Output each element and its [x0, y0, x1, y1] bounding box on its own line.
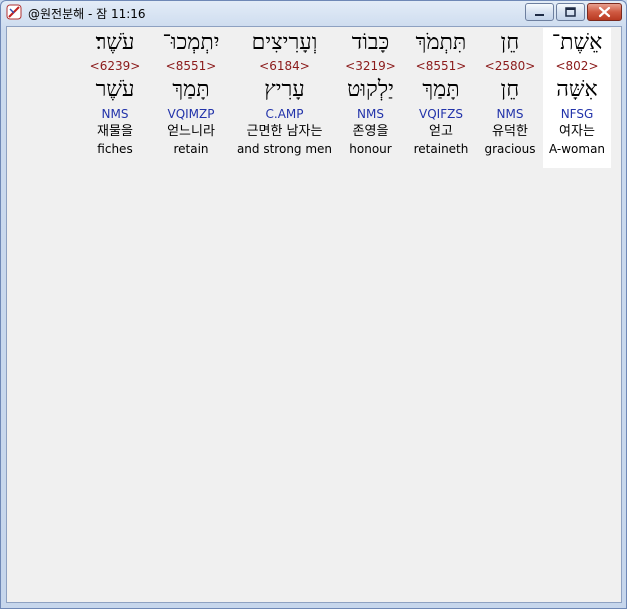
korean-gloss: 존영을 — [352, 124, 389, 139]
minimize-button[interactable] — [525, 3, 554, 21]
word-column[interactable]: וְעָרִיצִים <6184> עָרִיץ C.AMP 근면한 남자는 … — [233, 28, 336, 168]
english-gloss: retain — [173, 142, 209, 156]
close-icon — [598, 6, 611, 18]
title-bar[interactable]: @원전분해 - 잠 11:16 — [1, 1, 626, 24]
parsing-code: NMS — [101, 107, 129, 121]
maximize-icon — [565, 7, 576, 17]
english-gloss: honour — [349, 142, 392, 156]
english-gloss: and strong men — [236, 142, 333, 156]
strongs-number: <8551> — [165, 59, 217, 73]
korean-gloss: 얻고 — [429, 124, 453, 139]
close-button[interactable] — [587, 3, 622, 21]
parsing-code: VQIMZP — [167, 107, 215, 121]
hebrew-word: עֹשֶׁר׃ — [95, 30, 135, 55]
interlinear-pane[interactable]: אֵשֶׁת־ <802> אִשָּׁה NFSG 여자는 A-woman ח… — [6, 26, 622, 603]
strongs-number: <802> — [555, 59, 599, 73]
english-gloss: retaineth — [413, 142, 469, 156]
minimize-icon — [535, 14, 544, 16]
strongs-number: <6184> — [259, 59, 310, 73]
parsing-code: NMS — [357, 107, 384, 121]
hebrew-word: תִּתְמֹךְ — [415, 30, 467, 55]
strongs-number: <6239> — [89, 59, 141, 73]
hebrew-word: כָּבוֹד — [351, 30, 390, 55]
hebrew-word: אֵשֶׁת־ — [551, 30, 603, 55]
parsing-code: VQIFZS — [419, 107, 463, 121]
lemma: עֹשֶׁר — [95, 77, 135, 102]
hebrew-word: יִתְמְכוּ־ — [162, 30, 220, 55]
lemma: עָרִיץ — [264, 77, 305, 102]
word-column[interactable]: תִּתְמֹךְ <8551> תָּמַךְ VQIFZS 얻고 retai… — [405, 28, 477, 168]
word-column[interactable]: חֵן <2580> חֵן NMS 유덕한 gracious — [477, 28, 543, 168]
hebrew-word: חֵן — [500, 30, 520, 55]
lemma: יַלְקוּט — [347, 77, 394, 102]
lemma: אִשָּׁה — [556, 77, 598, 102]
strongs-number: <3219> — [345, 59, 396, 73]
korean-gloss: 유덕한 — [492, 124, 528, 139]
word-column[interactable]: יִתְמְכוּ־ <8551> תָּמַךְ VQIMZP 얻느니라 re… — [149, 28, 233, 168]
english-gloss: fiches — [97, 142, 133, 156]
app-icon[interactable] — [6, 4, 22, 20]
strongs-number: <8551> — [415, 59, 467, 73]
maximize-button[interactable] — [556, 3, 585, 21]
parsing-code: C.AMP — [265, 107, 304, 121]
english-gloss: A-woman — [548, 142, 606, 156]
word-column[interactable]: עֹשֶׁר׃ <6239> עֹשֶׁר NMS 재물을 fiches — [81, 28, 149, 168]
window-title: @원전분해 - 잠 11:16 — [28, 7, 146, 21]
korean-gloss: 여자는 — [559, 124, 595, 139]
word-column[interactable]: אֵשֶׁת־ <802> אִשָּׁה NFSG 여자는 A-woman — [543, 28, 611, 168]
lemma: חֵן — [500, 77, 520, 102]
hebrew-word: וְעָרִיצִים — [251, 30, 318, 55]
lemma: תָּמַךְ — [422, 77, 460, 102]
korean-gloss: 재물을 — [97, 124, 133, 139]
lemma: תָּמַךְ — [172, 77, 210, 102]
word-column[interactable]: כָּבוֹד <3219> יַלְקוּט NMS 존영을 honour — [336, 28, 405, 168]
strongs-number: <2580> — [484, 59, 536, 73]
english-gloss: gracious — [484, 142, 536, 156]
korean-gloss: 얻느니라 — [167, 124, 215, 139]
parsing-code: NMS — [496, 107, 524, 121]
korean-gloss: 근면한 남자는 — [246, 124, 323, 139]
app-window: @원전분해 - 잠 11:16 אֵשֶׁת־ <802> אִשָּׁה NF… — [0, 0, 627, 609]
parsing-code: NFSG — [560, 107, 594, 121]
